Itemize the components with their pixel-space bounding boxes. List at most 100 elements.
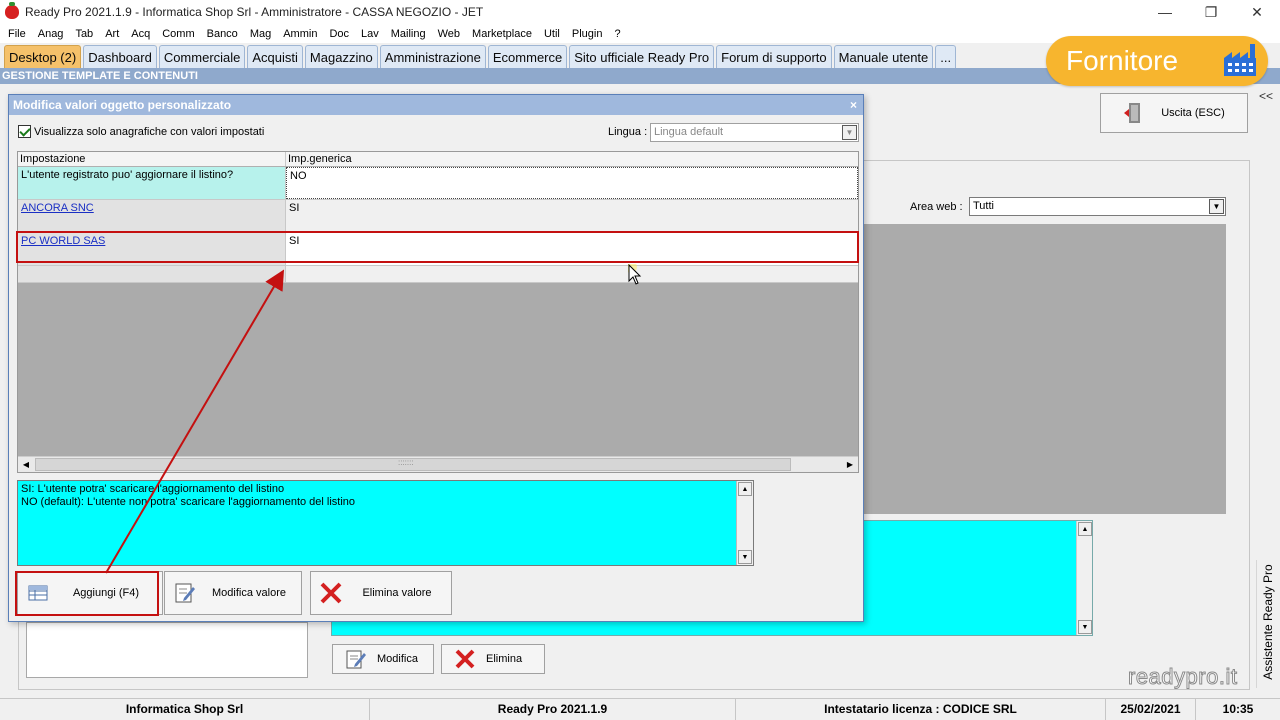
title-bar: Ready Pro 2021.1.9 - Informatica Shop Sr… [0,0,1280,24]
table-row[interactable]: ANCORA SNC SI [18,200,858,233]
chevron-down-icon[interactable]: ▼ [842,125,857,140]
delete-value-button[interactable]: Elimina valore [310,571,452,615]
window-controls: — ❐ ✕ [1142,0,1280,24]
scrollbar-thumb[interactable]: ::::::: [35,458,791,471]
edit-pencil-icon [346,650,366,669]
tab-sito-ufficiale-ready-pro[interactable]: Sito ufficiale Ready Pro [569,45,715,68]
delete-button-label: Elimina [486,653,523,665]
maximize-icon[interactable]: ❐ [1188,0,1234,24]
exit-door-icon [1124,103,1141,123]
factory-icon [1224,44,1256,76]
customer-link[interactable]: PC WORLD SAS [21,235,105,247]
tab-more[interactable]: ... [935,45,957,68]
value-cell[interactable]: SI [286,233,858,265]
menu-item-mag[interactable]: Mag [244,28,277,40]
menu-item-plugin[interactable]: Plugin [566,28,609,40]
filter-checkbox-row[interactable]: Visualizza solo anagrafiche con valori i… [18,125,264,138]
value-cell[interactable]: SI [286,200,858,232]
scroll-left-icon[interactable]: ◀ [19,458,33,471]
exit-button[interactable]: Uscita (ESC) [1100,93,1248,133]
scroll-down-icon[interactable]: ▼ [1078,620,1092,634]
scroll-right-icon[interactable]: ▶ [843,458,857,471]
modify-value-button-label: Modifica valore [212,587,286,599]
setting-cell: L'utente registrato puo' aggiornare il l… [18,167,286,199]
strawberry-app-icon [5,2,19,19]
app-root: Ready Pro 2021.1.9 - Informatica Shop Sr… [0,0,1280,720]
menu-item-anag[interactable]: Anag [32,28,70,40]
language-select[interactable]: Lingua default ▼ [650,123,859,142]
menu-item-mailing[interactable]: Mailing [385,28,432,40]
edit-values-dialog: Modifica valori oggetto personalizzato ×… [8,94,864,622]
delete-value-button-label: Elimina valore [362,587,432,599]
menu-item-[interactable]: ? [608,28,626,40]
menu-item-art[interactable]: Art [99,28,125,40]
table-row[interactable]: PC WORLD SAS SI [18,233,858,266]
vertical-scrollbar[interactable]: ▲ ▼ [1076,521,1092,635]
watermark-text: readypro.it [1127,664,1238,690]
tab-acquisti[interactable]: Acquisti [247,45,303,68]
status-bar: Informatica Shop Srl Ready Pro 2021.1.9 … [0,698,1280,720]
mouse-cursor-icon [628,264,642,285]
menu-item-doc[interactable]: Doc [323,28,355,40]
background-grid-area [860,224,1226,514]
column-header-value[interactable]: Imp.generica [286,152,858,166]
vertical-scrollbar[interactable]: ▲ ▼ [736,481,753,565]
language-label: Lingua : [608,126,648,138]
close-icon[interactable]: ✕ [1234,0,1280,24]
modify-button-label: Modifica [377,653,418,665]
status-company: Informatica Shop Srl [0,699,370,720]
table-row[interactable]: L'utente registrato puo' aggiornare il l… [18,167,858,200]
settings-grid: Impostazione Imp.generica L'utente regis… [17,151,859,473]
menu-item-tab[interactable]: Tab [69,28,99,40]
assistant-side-tab[interactable]: Assistente Ready Pro [1256,560,1278,688]
status-version: Ready Pro 2021.1.9 [370,699,736,720]
delete-button[interactable]: Elimina [441,644,545,674]
setting-cell: PC WORLD SAS [18,233,286,265]
setting-cell: ANCORA SNC [18,200,286,232]
menu-item-marketplace[interactable]: Marketplace [466,28,538,40]
status-date: 25/02/2021 [1106,699,1196,720]
menu-item-comm[interactable]: Comm [156,28,200,40]
tab-amministrazione[interactable]: Amministrazione [379,45,486,68]
column-header-setting[interactable]: Impostazione [18,152,286,166]
customer-link[interactable]: ANCORA SNC [21,202,94,214]
status-time: 10:35 [1222,702,1254,716]
background-list-box [26,622,308,678]
scroll-down-icon[interactable]: ▼ [738,550,752,564]
tab-dashboard[interactable]: Dashboard [83,45,157,68]
tab-desktop-2[interactable]: Desktop (2) [4,45,82,68]
area-web-select[interactable]: Tutti ▼ [969,197,1226,216]
fornitore-badge[interactable]: Fornitore [1046,36,1268,86]
menu-item-web[interactable]: Web [432,28,466,40]
chevron-down-icon[interactable]: ▼ [1209,199,1224,214]
menu-item-file[interactable]: File [2,28,32,40]
tab-commerciale[interactable]: Commerciale [158,45,246,68]
add-button[interactable]: Aggiungi (F4) [17,571,163,615]
minimize-icon[interactable]: — [1142,0,1188,24]
menu-item-acq[interactable]: Acq [125,28,156,40]
menu-item-ammin[interactable]: Ammin [277,28,323,40]
tab-manuale-utente[interactable]: Manuale utente [833,45,934,68]
dialog-close-icon[interactable]: × [850,95,857,115]
value-cell[interactable]: NO [286,167,858,199]
language-value: Lingua default [654,126,724,138]
scroll-up-icon[interactable]: ▲ [738,482,752,496]
collapse-panel-icon[interactable]: << [1256,85,1276,107]
menu-item-lav[interactable]: Lav [355,28,385,40]
tab-magazzino[interactable]: Magazzino [304,45,378,68]
tab-forum-di-supporto[interactable]: Forum di supporto [716,45,832,68]
horizontal-scrollbar[interactable]: ◀ ::::::: ▶ [18,456,858,472]
modify-button[interactable]: Modifica [332,644,434,674]
filter-checkbox[interactable] [18,125,31,138]
window-title: Ready Pro 2021.1.9 - Informatica Shop Sr… [25,5,484,19]
dialog-title: Modifica valori oggetto personalizzato [13,98,232,112]
scroll-up-icon[interactable]: ▲ [1078,522,1092,536]
modify-value-button[interactable]: Modifica valore [164,571,302,615]
edit-pencil-icon [175,583,195,603]
status-license: Intestatario licenza : CODICE SRL [736,699,1106,720]
menu-item-banco[interactable]: Banco [201,28,244,40]
fornitore-label: Fornitore [1066,45,1179,76]
tab-ecommerce[interactable]: Ecommerce [487,45,568,68]
menu-item-util[interactable]: Util [538,28,566,40]
table-row-empty[interactable] [18,266,858,283]
